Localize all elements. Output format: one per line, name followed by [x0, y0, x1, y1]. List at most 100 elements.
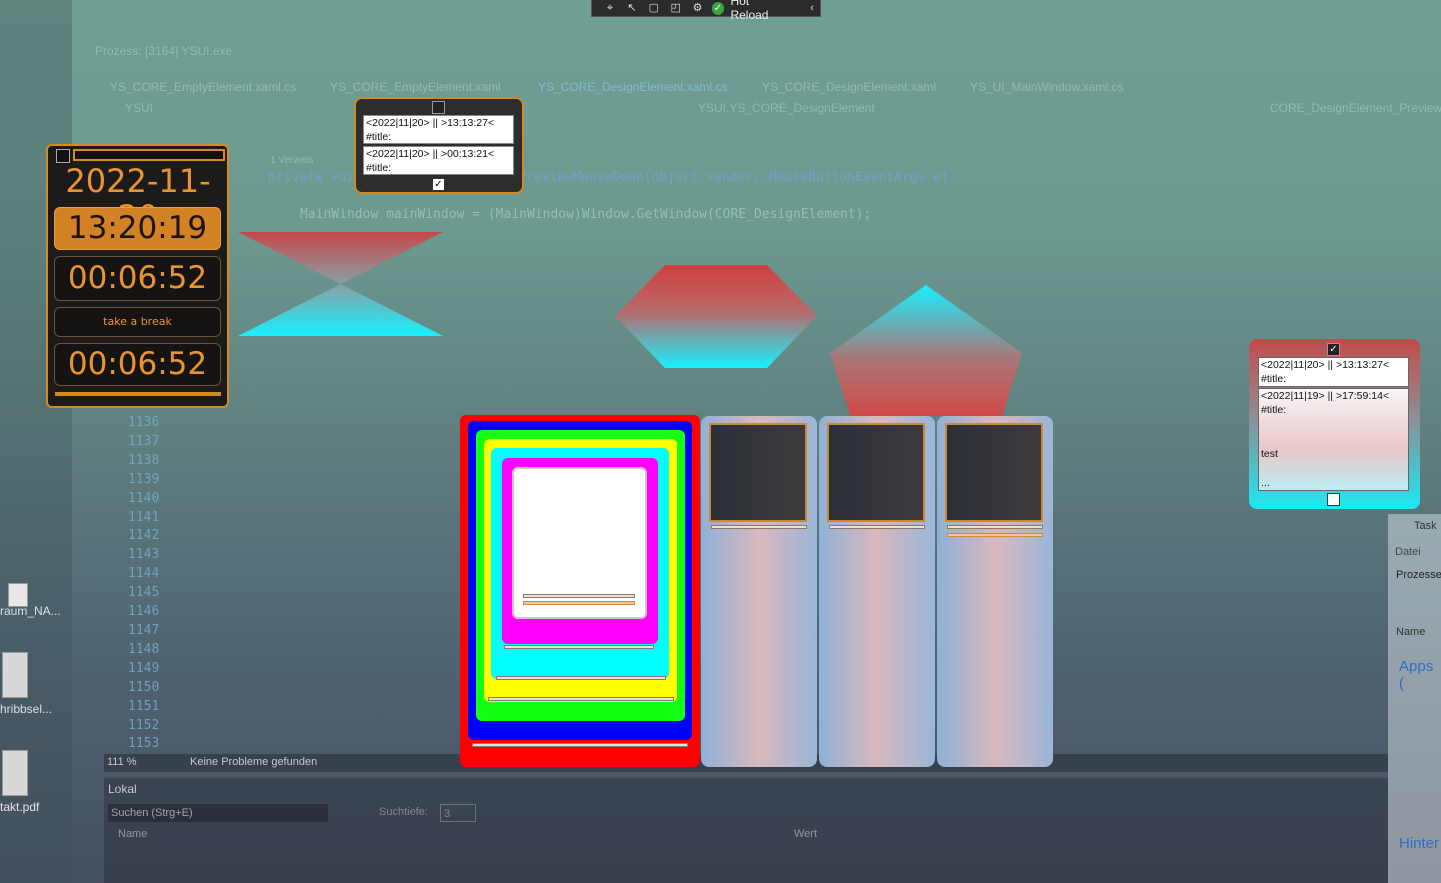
hourglass-shape — [238, 232, 443, 336]
note-entry[interactable]: <2022|11|20> || >13:13:27< #title: — [363, 115, 514, 144]
line-number: 1152 — [128, 717, 160, 733]
locals-panel: Lokal Suchen (Strg+E) Suchtiefe: 3 Name … — [104, 778, 1388, 883]
line-number: 1150 — [128, 679, 160, 695]
select-element-icon[interactable]: ⌖ — [602, 2, 618, 15]
nav-class[interactable]: YSUI.YS_CORE_DesignElement — [698, 101, 875, 115]
card-3-bar-2 — [947, 533, 1043, 537]
note-entry-timestamp: <2022|11|19> || >17:59:14< — [1261, 390, 1390, 402]
timer-2[interactable]: 00:06:52 — [54, 343, 221, 386]
tab-0[interactable]: YS_CORE_EmptyElement.xaml.cs — [110, 80, 296, 94]
pdf-file-icon[interactable] — [2, 750, 28, 796]
green-frame-bar — [488, 697, 674, 701]
line-number: 1148 — [128, 641, 160, 657]
note-entry[interactable]: <2022|11|20> || >13:13:27< #title: — [1258, 357, 1409, 387]
collapse-icon[interactable]: ‹ — [804, 2, 820, 15]
clock-drag-bar[interactable] — [73, 149, 225, 161]
hot-reload-label[interactable]: Hot Reload — [730, 0, 790, 22]
line-number: 1144 — [128, 566, 160, 582]
code-mainwindow: MainWindow mainWindow = (MainWindow)Wind… — [300, 207, 872, 222]
line-number: 1140 — [128, 490, 160, 506]
line-number: 1136 — [128, 415, 160, 430]
search-depth-select[interactable]: 3 — [440, 804, 476, 822]
note-entry-expanded[interactable]: <2022|11|19> || >17:59:14< #title: test … — [1258, 388, 1409, 491]
col-name: Name — [118, 828, 148, 840]
clock-time[interactable]: 13:20:19 — [54, 207, 221, 250]
pentagon-shape — [830, 285, 1022, 416]
pdf-file-icon[interactable] — [2, 652, 28, 698]
nav-member[interactable]: CORE_DesignElement_PreviewM — [1270, 101, 1441, 115]
note-entry-title: #title: — [366, 162, 392, 174]
clock-date: 2022-11-20 — [65, 162, 211, 235]
card-1-tile[interactable] — [709, 423, 807, 522]
locals-title: Lokal — [108, 782, 137, 796]
locals-search-input[interactable]: Suchen (Strg+E) — [108, 804, 328, 822]
card-3-bar — [947, 525, 1043, 529]
desktop-file-1[interactable]: raum_NA... — [0, 604, 61, 618]
line-number: 1147 — [128, 622, 160, 638]
taskmgr-col-name: Name — [1396, 626, 1426, 638]
white-frame-bar — [523, 601, 635, 605]
clock-checkbox[interactable] — [56, 149, 70, 163]
note-entry-timestamp: <2022|11|20> || >00:13:21< — [366, 148, 495, 160]
note-close-checkbox[interactable] — [432, 101, 445, 114]
line-number: 1146 — [128, 604, 160, 620]
cyan-frame-bar — [504, 645, 654, 649]
problems-status[interactable]: Keine Probleme gefunden — [190, 756, 317, 768]
note-entry-body: test — [1261, 448, 1278, 460]
line-number: 1153 — [128, 736, 160, 752]
process-label: Prozess: [3164] YSUI.exe — [95, 44, 233, 58]
note-done-checkbox[interactable]: ✓ — [432, 178, 445, 191]
nav-project[interactable]: YSUI — [125, 101, 153, 115]
note-entry-title: #title: — [1261, 373, 1287, 385]
taskmgr-title: Task — [1414, 520, 1437, 532]
note-entry-title: #title: — [1261, 404, 1287, 416]
take-a-break-button[interactable]: take a break — [54, 307, 221, 337]
layout-adorner-icon[interactable]: ▢ — [646, 2, 662, 15]
references-codelens[interactable]: 1 Verweis — [270, 155, 313, 166]
accessibility-icon[interactable]: ⚙ — [690, 2, 706, 15]
line-number: 1142 — [128, 528, 160, 544]
track-focus-icon[interactable]: ◰ — [668, 2, 684, 15]
line-number: 1143 — [128, 547, 160, 563]
line-numbers: 1136 1137 1138 1139 1140 1141 1142 1143 … — [128, 414, 168, 754]
note-entry[interactable]: <2022|11|20> || >00:13:21< #title: — [363, 146, 514, 175]
note-checked-checkbox[interactable]: ✓ — [1327, 343, 1340, 356]
desktop-file-3[interactable]: takt.pdf — [0, 800, 39, 814]
tab-2-active[interactable]: YS_CORE_DesignElement.xaml.cs — [538, 80, 727, 94]
line-number: 1151 — [128, 698, 160, 714]
card-2-tile[interactable] — [827, 423, 925, 522]
line-number: 1137 — [128, 433, 160, 449]
tab-4[interactable]: YS_UI_MainWindow.xaml.cs — [970, 80, 1123, 94]
line-number: 1149 — [128, 660, 160, 676]
tab-1[interactable]: YS_CORE_EmptyElement.xaml — [330, 80, 501, 94]
timer-1[interactable]: 00:06:52 — [54, 256, 221, 301]
note-popup-small[interactable]: <2022|11|20> || >13:13:27< #title: <2022… — [354, 97, 524, 194]
card-3-tile[interactable] — [945, 423, 1043, 522]
clock-progress-bar — [55, 392, 221, 396]
zoom-level[interactable]: 111 % — [107, 756, 137, 768]
taskmgr-section-background: Hinter — [1399, 835, 1440, 852]
yellow-frame-bar — [496, 676, 666, 680]
note-entry-timestamp: <2022|11|20> || >13:13:27< — [366, 117, 495, 129]
clock-widget[interactable]: 2022-11-20 13:20:19 00:06:52 take a brea… — [46, 144, 229, 408]
note-done-checkbox[interactable] — [1327, 493, 1340, 506]
line-number: 1139 — [128, 471, 160, 487]
line-number: 1141 — [128, 509, 160, 525]
line-number: 1145 — [128, 585, 160, 601]
card-2-bar — [829, 525, 925, 529]
card-1-bar — [711, 525, 807, 529]
pointer-icon[interactable]: ↖ — [624, 2, 640, 15]
tab-3[interactable]: YS_CORE_DesignElement.xaml — [762, 80, 936, 94]
note-entry-timestamp: <2022|11|20> || >13:13:27< — [1261, 359, 1390, 371]
note-entry-title: #title: — [366, 131, 392, 143]
taskmgr-menu-file[interactable]: Datei — [1395, 546, 1421, 558]
desktop-file-2[interactable]: hribbsel... — [0, 702, 52, 716]
line-number: 1138 — [128, 452, 160, 468]
hot-reload-check-icon: ✓ — [711, 1, 725, 15]
debug-toolbar: ⌖ ↖ ▢ ◰ ⚙ ✓ Hot Reload ‹ — [591, 0, 821, 22]
taskmgr-tab-processes[interactable]: Prozesse — [1396, 569, 1441, 581]
search-depth-label: Suchtiefe: — [379, 806, 428, 818]
taskmgr-section-apps: Apps ( — [1399, 658, 1434, 692]
note-popup-right[interactable]: ✓ <2022|11|20> || >13:13:27< #title: <20… — [1249, 339, 1420, 509]
white-frame-bar — [523, 594, 635, 598]
